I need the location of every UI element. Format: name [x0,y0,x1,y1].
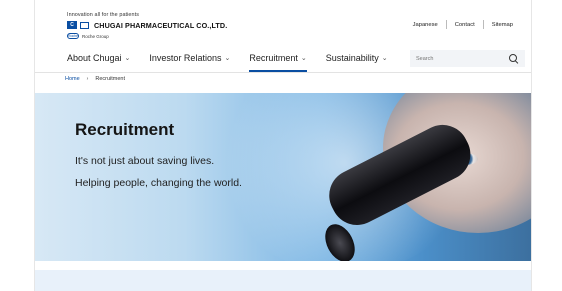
tagline: Innovation all for the patients [67,12,140,18]
chevron-right-icon: › [86,76,89,82]
nav-sustainability[interactable]: Sustainability ⌄ [326,48,388,68]
roche-logo-icon [80,21,89,29]
hero-banner: Recruitment It's not just about saving l… [35,93,531,261]
company-name: CHUGAI PHARMACEUTICAL CO.,LTD. [94,20,228,30]
japanese-link[interactable]: Japanese [405,22,446,28]
nav-about-chugai[interactable]: About Chugai ⌄ [67,48,130,68]
nav-label: Sustainability [325,53,379,63]
nav-recruitment[interactable]: Recruitment ⌄ [249,48,308,72]
search-input[interactable] [416,55,496,62]
chevron-down-icon: ⌄ [300,55,307,62]
chugai-logo-icon: C [67,21,77,29]
nav-label: Recruitment [249,53,298,63]
nav-label: About Chugai [67,53,122,63]
roche-group-mark: Roche Roche Group [67,33,109,39]
sitemap-link[interactable]: Sitemap [484,22,521,28]
group-text: Roche Group [82,33,109,39]
utility-nav: Japanese Contact Sitemap [405,20,521,29]
nav-label: Investor Relations [149,53,222,63]
main-nav: About Chugai ⌄ Investor Relations ⌄ Recr… [67,48,407,72]
hero-tagline-2: Helping people, changing the world. [75,177,242,189]
chevron-down-icon: ⌄ [381,55,388,62]
search-icon[interactable] [508,53,519,64]
content-section-band [35,270,531,291]
hero-tagline-1: It's not just about saving lives. [75,155,215,167]
chevron-down-icon: ⌄ [224,55,231,62]
nav-investor-relations[interactable]: Investor Relations ⌄ [149,48,230,68]
breadcrumb-home-link[interactable]: Home [65,76,80,82]
search-box [410,50,525,67]
roche-badge-icon: Roche [67,33,79,39]
contact-link[interactable]: Contact [447,22,483,28]
breadcrumb: Home › Recruitment [65,76,125,82]
breadcrumb-current: Recruitment [95,76,125,82]
header-divider [35,72,531,73]
chevron-down-icon: ⌄ [124,55,131,62]
page-title: Recruitment [75,120,175,139]
company-logo[interactable]: C CHUGAI PHARMACEUTICAL CO.,LTD. [67,20,227,30]
page-frame: Innovation all for the patients C CHUGAI… [34,0,532,291]
